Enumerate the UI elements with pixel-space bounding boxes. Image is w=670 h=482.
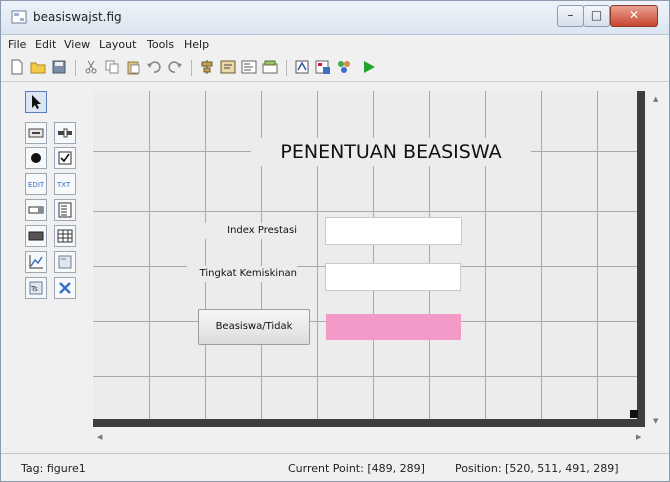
close-icon: ✕ bbox=[628, 8, 640, 22]
select-tool[interactable] bbox=[25, 91, 47, 113]
svg-text:Ts: Ts bbox=[30, 285, 38, 293]
checkbox-tool[interactable] bbox=[54, 147, 76, 169]
figure-border-bottom bbox=[93, 419, 645, 427]
figure-border-right bbox=[637, 91, 645, 427]
grid-line bbox=[93, 211, 643, 212]
minimize-button[interactable]: – bbox=[557, 5, 584, 27]
scroll-left-icon[interactable]: ◀ bbox=[97, 433, 102, 441]
vertical-scrollbar[interactable]: ▲ ▼ bbox=[649, 91, 663, 431]
scroll-up-icon[interactable]: ▲ bbox=[653, 95, 658, 103]
copy-icon[interactable] bbox=[104, 59, 120, 75]
activex-icon bbox=[59, 282, 71, 294]
status-bar: Tag: figure1 Current Point: [489, 289] P… bbox=[1, 453, 669, 481]
push-button-tool[interactable] bbox=[25, 122, 47, 144]
figure-resize-handle[interactable] bbox=[630, 410, 638, 418]
tab-order-icon[interactable] bbox=[241, 59, 257, 75]
guide-window: beasiswajst.fig – □ ✕ File Edit View Lay… bbox=[0, 0, 670, 482]
property-inspector-icon[interactable] bbox=[315, 59, 331, 75]
scroll-right-icon[interactable]: ▶ bbox=[636, 433, 641, 441]
object-browser-icon[interactable] bbox=[336, 59, 352, 75]
new-icon[interactable] bbox=[9, 59, 25, 75]
grid-line bbox=[541, 91, 542, 421]
status-position: Position: [520, 511, 491, 289] bbox=[455, 462, 619, 475]
menu-edit[interactable]: Edit bbox=[35, 38, 56, 51]
align-icon[interactable] bbox=[199, 59, 215, 75]
listbox-icon bbox=[58, 202, 72, 218]
title-bar: beasiswajst.fig – □ ✕ bbox=[1, 1, 669, 35]
maximize-button[interactable]: □ bbox=[583, 5, 610, 27]
menu-bar: File Edit View Layout Tools Help bbox=[1, 36, 669, 54]
beasiswa-tidak-button[interactable]: Beasiswa/Tidak bbox=[198, 309, 310, 345]
maximize-icon: □ bbox=[590, 8, 603, 22]
svg-text:TXT: TXT bbox=[57, 181, 71, 189]
grid-line bbox=[597, 91, 598, 421]
open-icon[interactable] bbox=[30, 59, 46, 75]
slider-tool[interactable] bbox=[54, 122, 76, 144]
checkbox-icon bbox=[58, 151, 72, 165]
toggle-button-tool[interactable] bbox=[25, 225, 47, 247]
static-text-icon: TXT bbox=[57, 181, 71, 189]
table-tool[interactable] bbox=[54, 225, 76, 247]
edit-text-icon: EDIT bbox=[28, 181, 44, 189]
index-prestasi-input[interactable] bbox=[325, 217, 462, 245]
status-tag: Tag: figure1 bbox=[21, 462, 86, 475]
toolbar-separator bbox=[286, 60, 287, 76]
activex-tool[interactable] bbox=[54, 277, 76, 299]
tingkat-kemiskinan-input[interactable] bbox=[325, 263, 461, 291]
radio-button-icon bbox=[31, 153, 41, 163]
menu-view[interactable]: View bbox=[64, 38, 90, 51]
edit-text-tool[interactable]: EDIT bbox=[25, 173, 47, 195]
save-icon[interactable] bbox=[51, 59, 67, 75]
figure-title-text[interactable]: PENENTUAN BEASISWA bbox=[251, 138, 531, 166]
status-current-point: Current Point: [489, 289] bbox=[288, 462, 425, 475]
menu-editor-icon[interactable] bbox=[220, 59, 236, 75]
panel-tool[interactable] bbox=[54, 251, 76, 273]
static-text-tool[interactable]: TXT bbox=[54, 173, 76, 195]
button-group-icon: Ts bbox=[29, 281, 43, 295]
svg-text:EDIT: EDIT bbox=[28, 181, 44, 189]
horizontal-scrollbar[interactable]: ◀ ▶ bbox=[93, 431, 647, 445]
axes-tool[interactable] bbox=[25, 251, 47, 273]
radio-button-tool[interactable] bbox=[25, 147, 47, 169]
grid-line bbox=[93, 376, 643, 377]
label-tingkat-kemiskinan[interactable]: Tingkat Kemiskinan bbox=[187, 266, 297, 282]
redo-icon[interactable] bbox=[167, 59, 183, 75]
result-display[interactable] bbox=[326, 314, 461, 340]
grid-line bbox=[149, 91, 150, 421]
window-title: beasiswajst.fig bbox=[33, 10, 122, 24]
m-file-editor-icon[interactable] bbox=[294, 59, 310, 75]
minimize-icon: – bbox=[567, 8, 574, 22]
toolbar-editor-icon[interactable] bbox=[262, 59, 278, 75]
panel-icon bbox=[58, 255, 72, 269]
menu-file[interactable]: File bbox=[8, 38, 26, 51]
cut-icon[interactable] bbox=[83, 59, 99, 75]
component-palette: EDIT TXT Ts bbox=[19, 91, 89, 441]
slider-icon bbox=[58, 128, 72, 138]
menu-tools[interactable]: Tools bbox=[147, 38, 174, 51]
scroll-down-icon[interactable]: ▼ bbox=[653, 417, 658, 425]
menu-layout[interactable]: Layout bbox=[99, 38, 136, 51]
figure-app-icon bbox=[11, 10, 27, 24]
button-group-tool[interactable]: Ts bbox=[25, 277, 47, 299]
paste-icon[interactable] bbox=[125, 59, 141, 75]
label-index-prestasi[interactable]: Index Prestasi bbox=[201, 223, 297, 239]
push-button-icon bbox=[28, 128, 44, 138]
close-button[interactable]: ✕ bbox=[610, 5, 658, 27]
table-icon bbox=[57, 229, 73, 243]
select-icon bbox=[32, 95, 41, 109]
toolbar-separator bbox=[191, 60, 192, 76]
popup-menu-tool[interactable] bbox=[25, 199, 47, 221]
run-icon[interactable] bbox=[361, 59, 377, 75]
popup-menu-icon bbox=[28, 206, 44, 214]
grid-line bbox=[205, 91, 206, 421]
listbox-tool[interactable] bbox=[54, 199, 76, 221]
axes-icon bbox=[29, 255, 43, 269]
toolbar-separator bbox=[75, 60, 76, 76]
undo-icon[interactable] bbox=[146, 59, 162, 75]
toolbar bbox=[1, 54, 669, 82]
menu-help[interactable]: Help bbox=[184, 38, 209, 51]
toggle-button-icon bbox=[28, 231, 44, 241]
